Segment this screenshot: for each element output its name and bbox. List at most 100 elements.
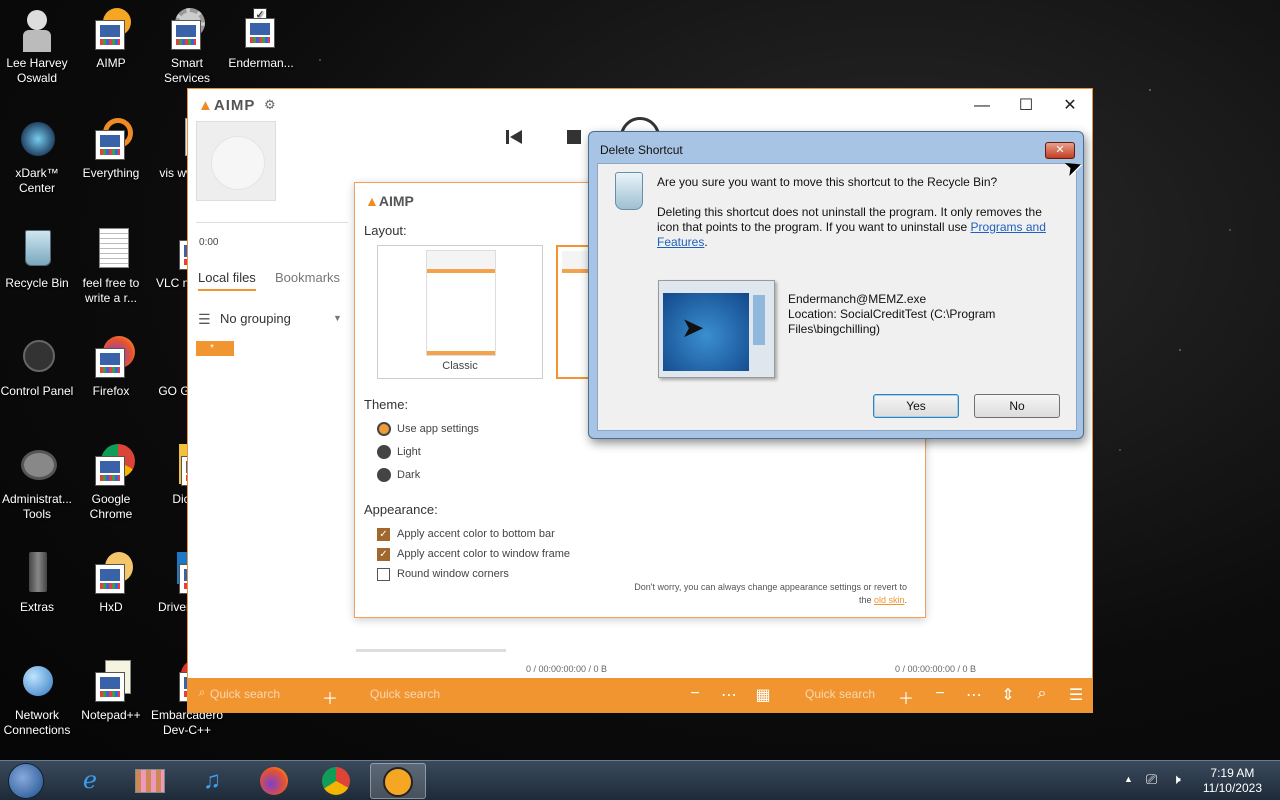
layout-preview-image: [426, 250, 496, 356]
start-button[interactable]: [8, 763, 44, 799]
dialog-body: Are you sure you want to move this short…: [597, 163, 1077, 431]
progress-track: [356, 649, 506, 652]
desktop-icon-hxd[interactable]: HxD: [74, 552, 148, 615]
desktop-icon-lee-harvey-oswald[interactable]: Lee Harvey Oswald: [0, 8, 74, 86]
add-icon[interactable]: ＋: [320, 685, 340, 709]
tray-network-icon[interactable]: ⎚: [1146, 771, 1157, 788]
tab-local-files[interactable]: Local files: [198, 270, 256, 291]
theme-radio-light[interactable]: [377, 445, 391, 459]
checkbox-round-corners[interactable]: [377, 568, 390, 581]
hxd-icon: [89, 552, 133, 596]
person-icon: [15, 8, 59, 52]
search-button-icon[interactable]: ⌕: [1032, 685, 1052, 703]
minimize-button[interactable]: —: [960, 93, 1004, 119]
delete-shortcut-dialog: Delete Shortcut ✕ Are you sure you want …: [588, 131, 1084, 439]
playlist-marker[interactable]: *: [196, 341, 234, 356]
chevron-down-icon[interactable]: ▼: [333, 313, 342, 323]
desktop-icon-enderman[interactable]: ✓ Enderman...: [224, 8, 298, 71]
desktop-icon-extras[interactable]: Extras: [0, 552, 74, 615]
desktop-icon-everything[interactable]: Everything: [74, 118, 148, 181]
theme-radio-app-settings[interactable]: [377, 422, 391, 436]
tray-volume-muted-icon[interactable]: 🕨: [1172, 771, 1181, 788]
everything-icon: [89, 118, 133, 162]
desktop-icon-xdark-center[interactable]: xDark™ Center: [0, 118, 74, 196]
checkbox-accent-window-frame[interactable]: ✓: [377, 548, 390, 561]
file-location: Location: SocialCreditTest (C:\Program F…: [788, 307, 996, 336]
orb-icon: [15, 118, 59, 162]
text-document-icon: [89, 228, 133, 272]
search-icon: ⌕: [198, 685, 206, 699]
previous-track-icon[interactable]: [504, 127, 524, 147]
desktop-icon-control-panel[interactable]: Control Panel: [0, 336, 74, 399]
taskbar-chrome-icon[interactable]: [308, 763, 364, 799]
more-icon[interactable]: ⋯: [719, 685, 739, 705]
quick-search-input-3[interactable]: Quick search: [805, 687, 875, 701]
remove-icon[interactable]: −: [685, 685, 705, 703]
desktop-icon-google-chrome[interactable]: Google Chrome: [74, 444, 148, 522]
dialog-info: Deleting this shortcut does not uninstal…: [657, 205, 1046, 249]
file-name: Endermanch@MEMZ.exe: [788, 292, 927, 306]
desktop-icon-smart-services[interactable]: Smart Services: [150, 8, 224, 86]
album-cover: [196, 121, 276, 201]
extras-icon: [15, 552, 59, 596]
shortcut-preview-icon: ➤: [658, 280, 775, 378]
desktop-icon-admin-tools[interactable]: Administrat... Tools: [0, 444, 74, 522]
taskbar-media-icon[interactable]: [122, 763, 178, 799]
tray-show-hidden-icon[interactable]: ▲: [1124, 774, 1133, 784]
theme-option-light: Light: [397, 446, 421, 458]
taskbar-firefox-icon[interactable]: [246, 763, 302, 799]
programs-features-link[interactable]: Programs and: [971, 220, 1046, 234]
yes-button[interactable]: Yes: [873, 394, 959, 418]
taskbar-music-icon[interactable]: ♫: [184, 763, 240, 799]
recycle-bin-icon: [15, 228, 59, 272]
desktop-icon-recycle-bin[interactable]: Recycle Bin: [0, 228, 74, 291]
grouping-menu-icon[interactable]: ☰: [198, 311, 211, 328]
layout-option-classic[interactable]: Classic: [377, 245, 543, 379]
desktop-icon-text-document[interactable]: feel free to write a r...: [74, 228, 148, 306]
tab-bookmarks[interactable]: Bookmarks: [275, 270, 340, 285]
notepadpp-icon: [89, 660, 133, 704]
desktop-icon-notepadpp[interactable]: Notepad++: [74, 660, 148, 723]
taskbar-internet-explorer-icon[interactable]: ℯ: [62, 763, 118, 799]
grid-view-icon[interactable]: ▦: [753, 685, 773, 705]
gear-shortcut-icon: [165, 8, 209, 52]
old-skin-link[interactable]: old skin: [874, 595, 905, 605]
network-icon: [15, 660, 59, 704]
appearance-label: Appearance:: [364, 502, 438, 517]
chrome-icon: [89, 444, 135, 488]
settings-gear-icon[interactable]: ⚙: [264, 97, 276, 113]
maximize-button[interactable]: ☐: [1004, 93, 1048, 119]
stop-icon[interactable]: [564, 127, 584, 147]
layout-option-alt[interactable]: [556, 245, 592, 379]
theme-option-app-settings: Use app settings: [397, 423, 479, 435]
more-icon-2[interactable]: ⋯: [964, 685, 984, 705]
clock[interactable]: 7:19 AM 11/10/2023: [1203, 766, 1262, 796]
admin-tools-icon: [15, 444, 59, 488]
no-button[interactable]: No: [974, 394, 1060, 418]
recycle-bin-icon: [615, 172, 643, 210]
bottom-bar: ⌕ Quick search ＋ Quick search − ⋯ ▦ Quic…: [188, 678, 1092, 712]
quick-search-input-2[interactable]: Quick search: [370, 687, 440, 701]
library-panel: Local files Bookmarks ☰ No grouping ▼ *: [188, 221, 348, 681]
taskbar-aimp-icon[interactable]: [370, 763, 426, 799]
aimp-logo: ▲AIMP: [198, 97, 256, 114]
add-icon-2[interactable]: ＋: [896, 685, 916, 709]
option-round-corners: Round window corners: [397, 568, 509, 580]
programs-features-link-2[interactable]: Features: [657, 235, 704, 249]
theme-label: Theme:: [364, 397, 409, 412]
firefox-icon: [89, 336, 135, 380]
menu-icon[interactable]: ☰: [1066, 685, 1086, 705]
option-accent-window-frame: Apply accent color to window frame: [397, 548, 571, 560]
layout-option-label: Classic: [442, 360, 478, 372]
desktop-icon-firefox[interactable]: Firefox: [74, 336, 148, 399]
remove-icon-2[interactable]: −: [930, 685, 950, 703]
checkbox-accent-bottom-bar[interactable]: ✓: [377, 528, 390, 541]
desktop-icon-aimp[interactable]: AIMP: [74, 8, 148, 71]
desktop-icon-network-connections[interactable]: Network Connections: [0, 660, 74, 738]
quick-search-input-1[interactable]: Quick search: [210, 687, 280, 701]
close-button[interactable]: ✕: [1048, 93, 1092, 119]
sort-icon[interactable]: ⇕: [998, 685, 1018, 705]
grouping-select[interactable]: No grouping: [220, 311, 291, 326]
theme-radio-dark[interactable]: [377, 468, 391, 482]
settings-footer-note: Don't worry, you can always change appea…: [634, 582, 907, 605]
